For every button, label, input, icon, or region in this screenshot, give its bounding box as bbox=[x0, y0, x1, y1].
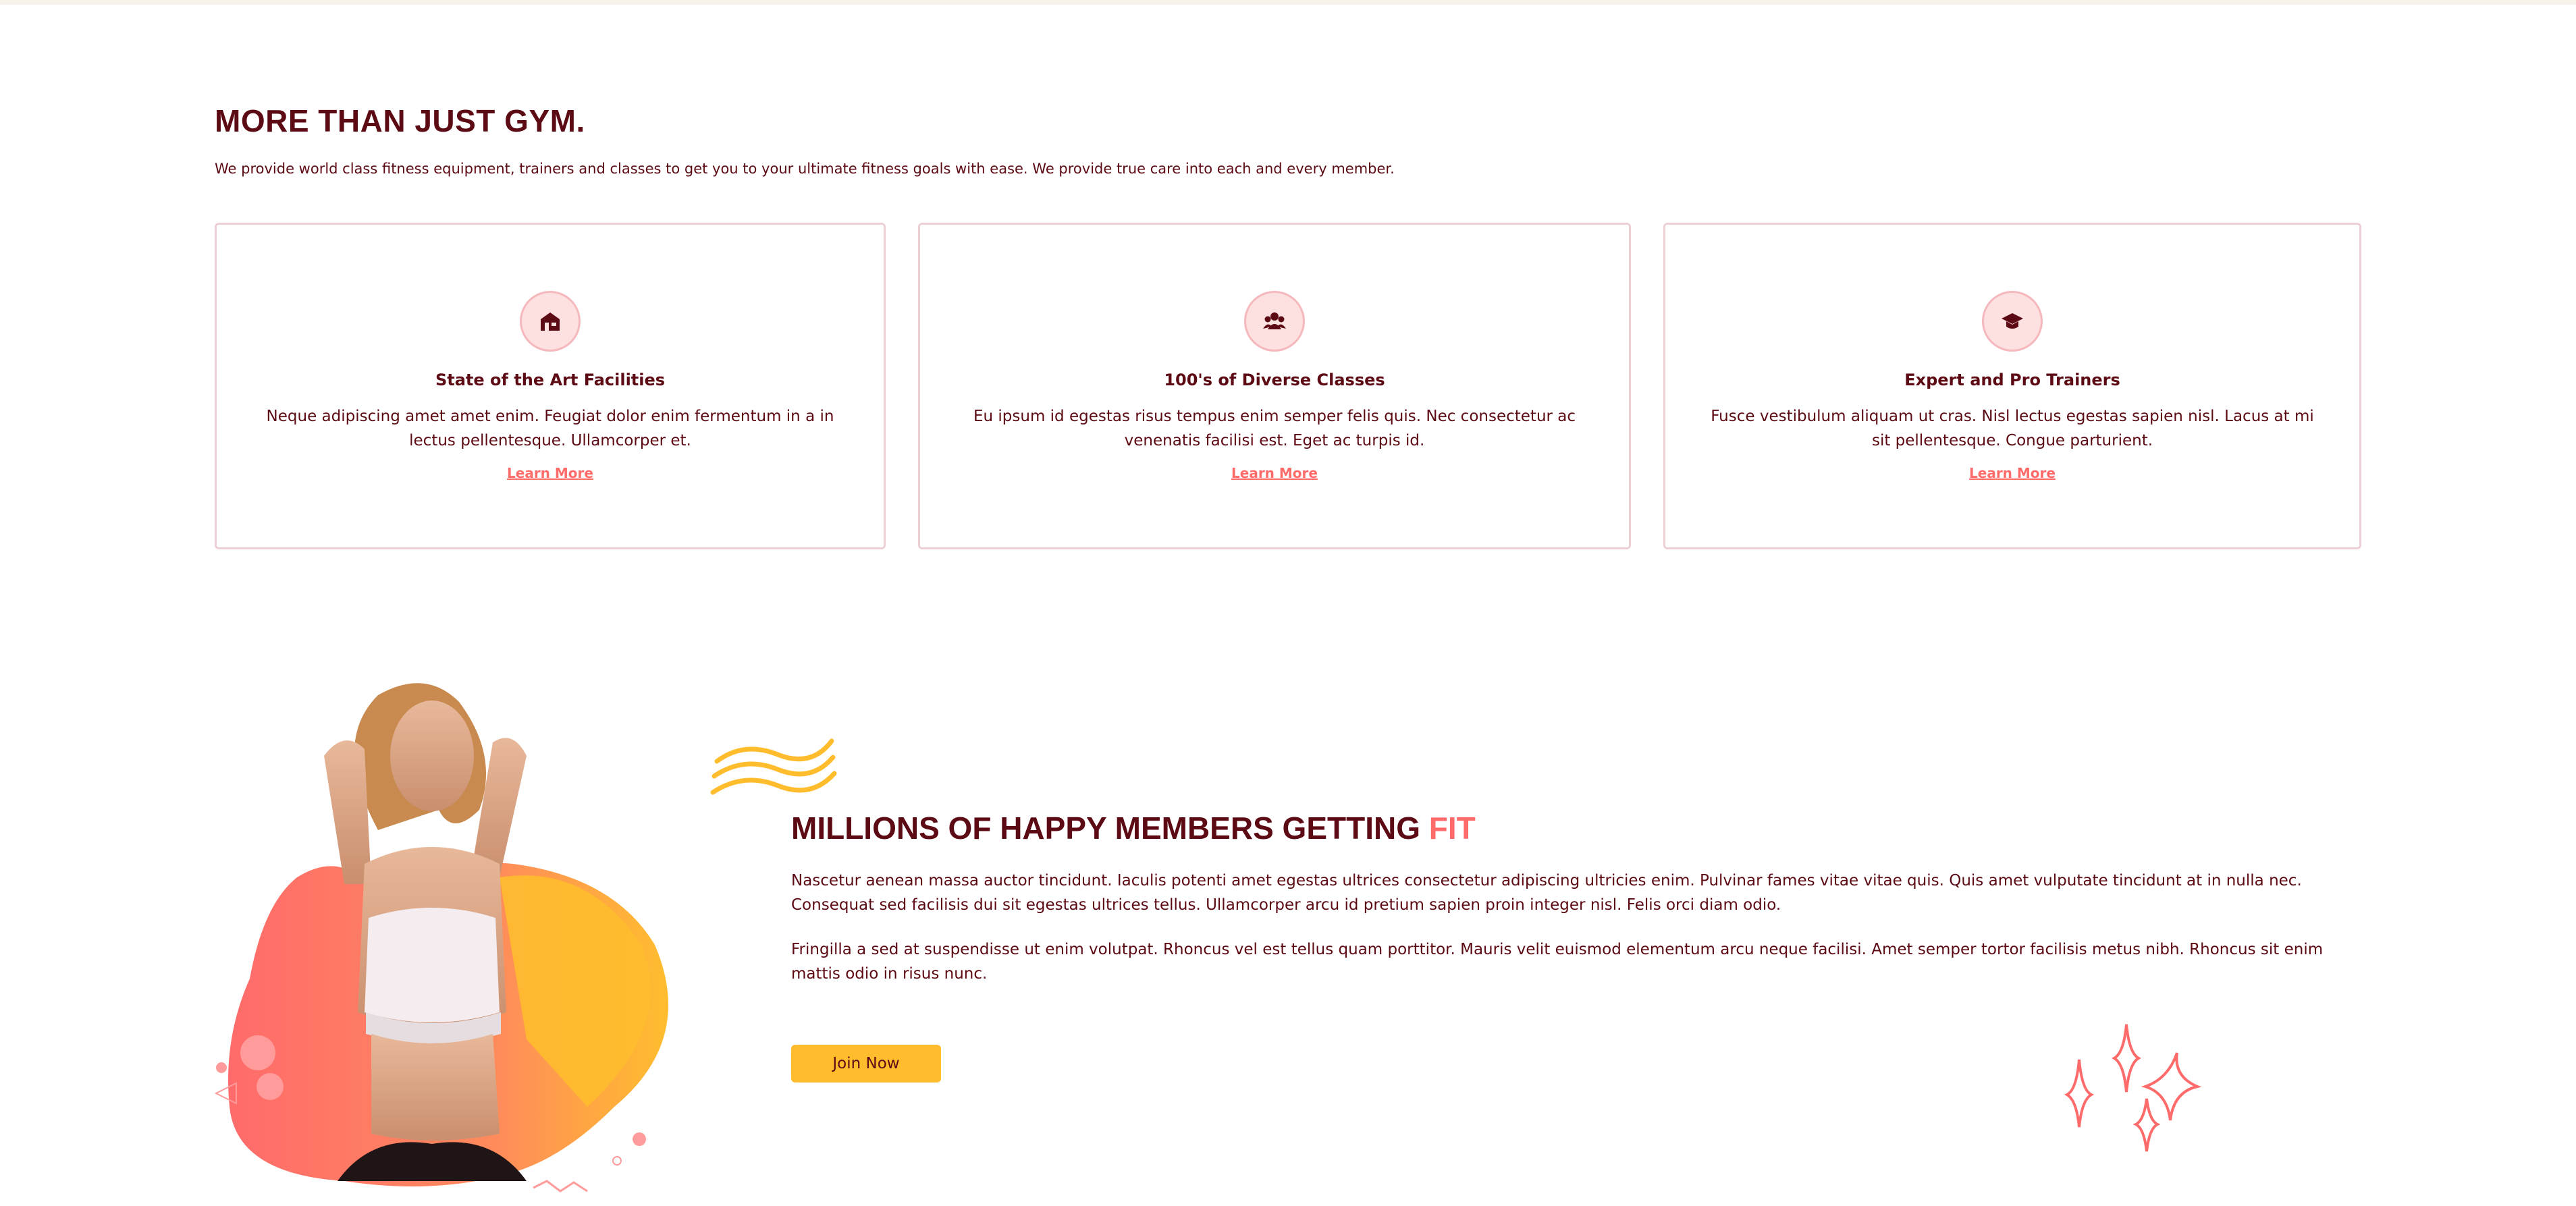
members-paragraph-2: Fringilla a sed at suspendisse ut enim v… bbox=[791, 941, 2324, 983]
top-divider bbox=[0, 0, 2576, 5]
card-description: Neque adipiscing amet amet enim. Feugiat… bbox=[266, 408, 834, 449]
feature-card-facilities: State of the Art Facilities Neque adipis… bbox=[215, 223, 886, 549]
section-title: MORE THAN JUST GYM. bbox=[215, 103, 585, 138]
join-now-button[interactable]: Join Now bbox=[791, 1045, 941, 1082]
members-heading-accent: FIT bbox=[1428, 811, 1476, 846]
card-description: Eu ipsum id egestas risus tempus enim se… bbox=[973, 408, 1576, 449]
card-title: 100's of Diverse Classes bbox=[1164, 371, 1385, 389]
icon-badge bbox=[1244, 291, 1305, 352]
card-title: Expert and Pro Trainers bbox=[1904, 371, 2120, 389]
members-heading-main: MILLIONS OF HAPPY MEMBERS GETTING bbox=[791, 811, 1420, 846]
icon-badge bbox=[520, 291, 581, 352]
feature-card-classes: 100's of Diverse Classes Eu ipsum id ege… bbox=[918, 223, 1631, 549]
icon-badge bbox=[1982, 291, 2043, 352]
members-paragraph-1: Nascetur aenean massa auctor tincidunt. … bbox=[791, 872, 2302, 914]
hero-illustration bbox=[209, 661, 695, 1206]
card-title: State of the Art Facilities bbox=[435, 371, 666, 389]
card-description: Fusce vestibulum aliquam ut cras. Nisl l… bbox=[1711, 408, 2314, 449]
learn-more-link[interactable]: Learn More bbox=[217, 465, 884, 481]
section-intro: We provide world class fitness equipment… bbox=[215, 161, 1395, 177]
learn-more-link[interactable]: Learn More bbox=[1665, 465, 2359, 481]
learn-more-link[interactable]: Learn More bbox=[920, 465, 1629, 481]
waves-decoration bbox=[710, 734, 838, 808]
members-heading: MILLIONS OF HAPPY MEMBERS GETTING FIT bbox=[791, 810, 1476, 846]
sparkles-decoration bbox=[2059, 1019, 2207, 1157]
feature-card-trainers: Expert and Pro Trainers Fusce vestibulum… bbox=[1663, 223, 2361, 549]
